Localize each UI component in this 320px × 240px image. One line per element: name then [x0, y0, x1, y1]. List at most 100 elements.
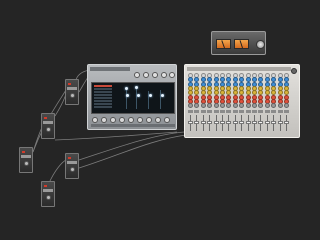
preset-list[interactable] [94, 85, 112, 113]
synth-knob[interactable] [169, 72, 175, 78]
channel-fader[interactable] [213, 121, 219, 124]
mixer-channel[interactable] [264, 73, 271, 135]
channel-knob[interactable] [245, 103, 251, 109]
channel-knob[interactable] [194, 103, 200, 109]
mixer-channel[interactable] [284, 73, 290, 135]
mixer-channel[interactable] [188, 73, 194, 135]
synth-knob[interactable] [152, 72, 158, 78]
channel-knob[interactable] [232, 103, 238, 109]
synth-knob[interactable] [128, 117, 134, 123]
envelope-point[interactable] [135, 86, 138, 89]
channel-knob[interactable] [207, 103, 213, 109]
mixer-channel[interactable] [194, 73, 200, 135]
device-module[interactable] [41, 181, 55, 207]
channel-fader[interactable] [220, 121, 225, 124]
channel-mute-button[interactable] [258, 110, 264, 113]
vu-meter-unit[interactable] [211, 31, 266, 55]
channel-knob[interactable] [284, 103, 289, 109]
channel-knob[interactable] [252, 103, 257, 109]
device-knob[interactable] [46, 127, 51, 132]
channel-knob[interactable] [226, 103, 232, 109]
channel-fader[interactable] [226, 121, 232, 124]
synth-knob[interactable] [110, 117, 116, 123]
device-knob[interactable] [24, 161, 29, 166]
channel-mute-button[interactable] [188, 110, 193, 113]
synth-knob[interactable] [146, 117, 152, 123]
device-knob[interactable] [46, 195, 51, 200]
channel-mute-button[interactable] [200, 110, 206, 113]
mixer-channel[interactable] [207, 73, 213, 135]
channel-mute-button[interactable] [271, 110, 277, 113]
synth-knob[interactable] [161, 72, 167, 78]
channel-fader[interactable] [239, 121, 245, 124]
envelope-point[interactable] [125, 87, 128, 90]
channel-knob[interactable] [258, 103, 264, 109]
channel-knob[interactable] [220, 103, 225, 109]
channel-mute-button[interactable] [194, 110, 200, 113]
mixer-channel[interactable] [200, 73, 207, 135]
channel-knob[interactable] [239, 103, 245, 109]
channel-fader[interactable] [277, 121, 283, 124]
device-module[interactable] [65, 79, 79, 105]
channel-knob[interactable] [271, 103, 277, 109]
synthesizer-module[interactable] [87, 64, 177, 130]
mixer-channel[interactable] [226, 73, 232, 135]
channel-knob[interactable] [264, 103, 270, 109]
synth-knob[interactable] [143, 72, 149, 78]
envelope-point[interactable] [137, 94, 140, 97]
channel-knob[interactable] [188, 103, 193, 109]
mixer-channel[interactable] [271, 73, 277, 135]
channel-mute-button[interactable] [252, 110, 257, 113]
channel-fader[interactable] [188, 121, 193, 124]
channel-fader[interactable] [245, 121, 251, 124]
synth-knob[interactable] [155, 117, 161, 123]
channel-fader[interactable] [258, 121, 264, 124]
envelope-point[interactable] [126, 94, 129, 97]
channel-mute-button[interactable] [226, 110, 232, 113]
mixer-channel[interactable] [277, 73, 284, 135]
synth-knob[interactable] [134, 72, 140, 78]
device-module[interactable] [19, 147, 33, 173]
synth-knob[interactable] [92, 117, 98, 123]
channel-fader[interactable] [264, 121, 270, 124]
channel-mute-button[interactable] [245, 110, 251, 113]
mixer-channel[interactable] [239, 73, 245, 135]
envelope-point[interactable] [161, 94, 164, 97]
vu-gain-knob[interactable] [256, 40, 265, 49]
mixer-channel[interactable] [232, 73, 239, 135]
mixer-module[interactable] [184, 64, 300, 138]
channel-fader[interactable] [252, 121, 257, 124]
channel-mute-button[interactable] [232, 110, 238, 113]
mixer-channel[interactable] [245, 73, 252, 135]
synth-knob[interactable] [164, 117, 170, 123]
device-knob[interactable] [70, 167, 75, 172]
mixer-channel[interactable] [252, 73, 258, 135]
synth-knob[interactable] [101, 117, 107, 123]
device-module[interactable] [65, 153, 79, 179]
channel-mute-button[interactable] [264, 110, 270, 113]
device-module[interactable] [41, 113, 55, 139]
channel-knob[interactable] [277, 103, 283, 109]
channel-fader[interactable] [284, 121, 289, 124]
channel-fader[interactable] [200, 121, 206, 124]
channel-mute-button[interactable] [239, 110, 245, 113]
envelope-point[interactable] [149, 94, 152, 97]
channel-mute-button[interactable] [207, 110, 213, 113]
device-knob[interactable] [70, 93, 75, 98]
channel-mute-button[interactable] [277, 110, 283, 113]
channel-knob[interactable] [200, 103, 206, 109]
channel-fader[interactable] [207, 121, 213, 124]
channel-mute-button[interactable] [220, 110, 225, 113]
synth-knob[interactable] [119, 117, 125, 123]
mixer-channel[interactable] [213, 73, 220, 135]
channel-mute-button[interactable] [284, 110, 289, 113]
channel-fader[interactable] [271, 121, 277, 124]
channel-fader[interactable] [232, 121, 238, 124]
mixer-channel[interactable] [258, 73, 264, 135]
master-knob[interactable] [291, 68, 297, 74]
synth-knob[interactable] [137, 117, 143, 123]
channel-fader[interactable] [194, 121, 200, 124]
synth-display[interactable] [91, 82, 175, 114]
mixer-channel[interactable] [220, 73, 226, 135]
channel-mute-button[interactable] [213, 110, 219, 113]
